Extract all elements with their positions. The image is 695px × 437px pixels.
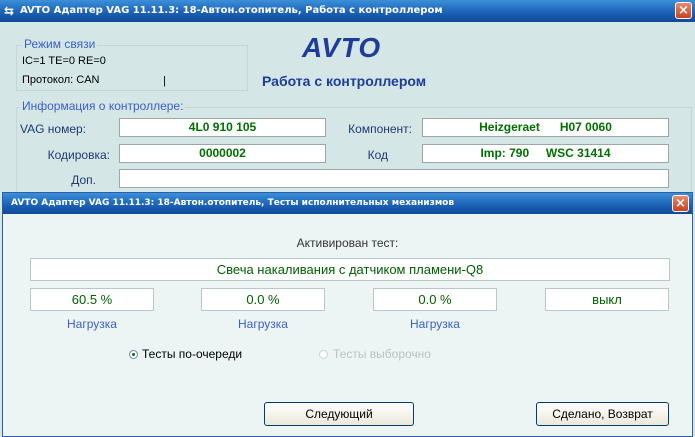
- dialog-close-button[interactable]: ×: [672, 195, 689, 212]
- cursor-mark: |: [163, 75, 166, 87]
- active-test-field: Свеча накаливания с датчиком пламени-Q8: [30, 258, 670, 281]
- component-label: Компонент:: [348, 122, 412, 136]
- component-field: Heizgeraet H07 0060: [422, 118, 669, 137]
- load-label-2: Нагрузка: [238, 317, 288, 331]
- value-field-4: выкл: [545, 288, 669, 311]
- coding-field: 0000002: [119, 144, 326, 163]
- extra-label: Доп.: [71, 173, 96, 187]
- radio-sequential[interactable]: [129, 350, 138, 359]
- vag-number-label: VAG номер:: [20, 122, 87, 136]
- code-field: Imp: 790 WSC 31414: [422, 144, 669, 163]
- main-close-button[interactable]: ×: [675, 2, 692, 19]
- connection-counters: IC=1 TE=0 RE=0: [22, 55, 106, 67]
- branding-subtitle: Работа с контроллером: [262, 73, 427, 89]
- load-label-3: Нагрузка: [410, 317, 460, 331]
- load-label-1: Нагрузка: [67, 317, 117, 331]
- app-icon: ⇆: [4, 4, 15, 18]
- value-field-1: 60.5 %: [30, 288, 154, 311]
- active-test-label: Активирован тест:: [296, 236, 399, 250]
- dialog-title: AVTO Адаптер VAG 11.11.3: 18-Автон.отопи…: [11, 198, 455, 208]
- done-return-button[interactable]: Сделано, Возврат: [536, 402, 669, 426]
- actuator-tests-dialog: AVTO Адаптер VAG 11.11.3: 18-Автон.отопи…: [2, 192, 693, 437]
- value-field-3: 0.0 %: [373, 288, 497, 311]
- dialog-title-bar[interactable]: AVTO Адаптер VAG 11.11.3: 18-Автон.отопи…: [3, 193, 692, 214]
- controller-info-label: Информация о контроллере:: [20, 99, 186, 113]
- protocol-text: Протокол: CAN: [22, 74, 100, 86]
- radio-selective-label[interactable]: Тесты выборочно: [333, 347, 431, 361]
- main-title-bar[interactable]: ⇆ AVTO Адаптер VAG 11.11.3: 18-Автон.ото…: [0, 0, 695, 22]
- connection-group-label: Режим связи: [22, 37, 98, 51]
- coding-label: Кодировка:: [47, 148, 110, 162]
- main-window-title: AVTO Адаптер VAG 11.11.3: 18-Автон.отопи…: [20, 5, 443, 16]
- value-field-2: 0.0 %: [201, 288, 325, 311]
- avto-logo: AVTO: [302, 32, 382, 63]
- radio-sequential-label[interactable]: Тесты по-очереди: [142, 347, 242, 361]
- next-button[interactable]: Следующий: [264, 402, 414, 426]
- vag-number-field: 4L0 910 105: [119, 118, 326, 137]
- code-label: Код: [367, 148, 388, 162]
- extra-field: [119, 169, 669, 188]
- radio-selective[interactable]: [319, 350, 328, 359]
